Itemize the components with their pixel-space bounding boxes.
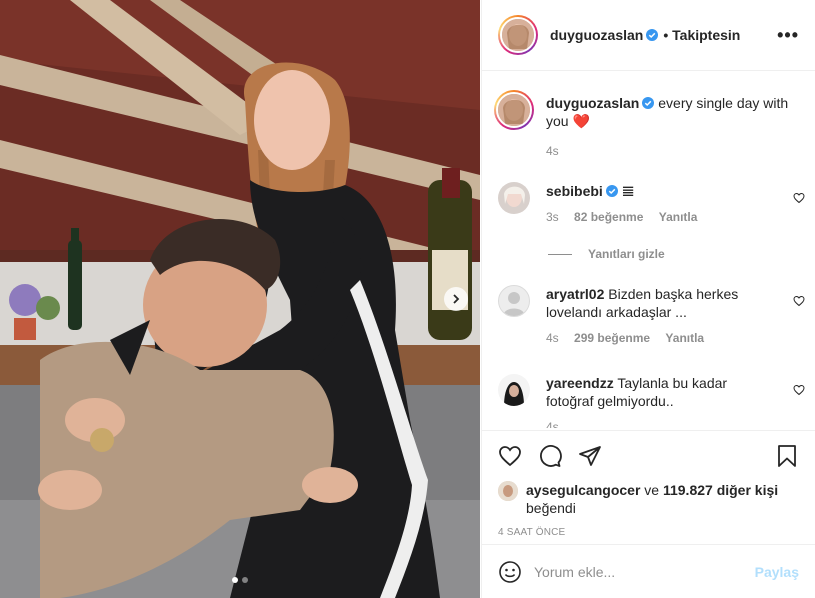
comment-item: aryatrl02 Bizden başka herkes lovelandı …: [498, 285, 798, 345]
heart-icon[interactable]: [793, 384, 805, 396]
author-avatar-image: [502, 19, 534, 51]
liked-connector: ve: [640, 482, 663, 498]
comments-list: duyguozaslan every single day with you ❤…: [482, 72, 815, 428]
verified-badge-icon: [646, 29, 659, 41]
comment-likes[interactable]: 299 beğenme: [574, 331, 650, 345]
liker-username[interactable]: aysegulcangocer: [526, 482, 640, 498]
verified-badge-icon: [642, 97, 655, 109]
post-timestamp[interactable]: 4 SAAT ÖNCE: [482, 517, 815, 538]
post-comment-button[interactable]: Paylaş: [755, 564, 799, 580]
heart-icon[interactable]: [793, 295, 805, 307]
comment-time: 4s: [546, 331, 559, 345]
comment-time: 3s: [546, 210, 559, 224]
smiley-icon[interactable]: [498, 560, 522, 584]
liked-others-count[interactable]: 119.827 diğer kişi: [663, 482, 778, 498]
author-avatar[interactable]: [498, 15, 538, 55]
heart-emoji-icon: ❤️: [572, 113, 590, 129]
comment-reply-button[interactable]: Yanıtla: [665, 331, 704, 345]
divider-line: [548, 253, 572, 255]
hide-replies-label: Yanıtları gizle: [588, 247, 665, 261]
post-photo[interactable]: [0, 0, 480, 598]
author-username[interactable]: duyguozaslan: [550, 27, 643, 43]
more-dots-icon[interactable]: •••: [777, 25, 799, 46]
comment-text: 𝌆: [621, 183, 635, 199]
carousel-dot: [242, 577, 248, 583]
action-bar: [482, 431, 815, 481]
paper-plane-icon[interactable]: [578, 444, 602, 468]
follow-status[interactable]: • Takiptesin: [663, 27, 740, 43]
comment-reply-button[interactable]: Yanıtla: [659, 210, 698, 224]
caption: duyguozaslan every single day with you ❤…: [494, 90, 798, 158]
comment-likes[interactable]: 82 beğenme: [574, 210, 643, 224]
caption-username[interactable]: duyguozaslan: [546, 95, 639, 111]
commenter-avatar[interactable]: [498, 285, 530, 317]
comment-item: yareendzz Taylanla bu kadar fotoğraf gel…: [498, 374, 798, 428]
liked-by-summary: aysegulcangocer ve 119.827 diğer kişi be…: [482, 481, 815, 517]
post-actions-section: aysegulcangocer ve 119.827 diğer kişi be…: [482, 430, 815, 538]
carousel-next-button[interactable]: [444, 287, 468, 311]
comment-bubble-icon[interactable]: [538, 444, 562, 468]
caption-time: 4s: [546, 144, 559, 158]
bookmark-icon[interactable]: [775, 444, 799, 468]
comment-item: sebibebi 𝌆 3s 82 beğenme Yanıtla: [498, 182, 798, 224]
caption-avatar[interactable]: [494, 90, 534, 130]
photo-illustration: [0, 0, 480, 598]
add-comment-form: Paylaş: [482, 544, 815, 598]
hide-replies-button[interactable]: Yanıtları gizle: [548, 247, 665, 261]
liked-suffix: beğendi: [526, 500, 576, 516]
carousel-indicator: [0, 577, 480, 583]
carousel-dot-active: [232, 577, 238, 583]
verified-badge-icon: [605, 185, 618, 197]
post-side-panel: duyguozaslan • Takiptesin ••• duyguozasl…: [481, 0, 815, 598]
post-header: duyguozaslan • Takiptesin •••: [482, 0, 815, 71]
comment-time: 4s: [546, 420, 559, 428]
chevron-right-icon: [453, 294, 460, 304]
avatar-image: [498, 182, 530, 214]
commenter-avatar[interactable]: [498, 182, 530, 214]
comment-username[interactable]: sebibebi: [546, 183, 603, 199]
heart-icon[interactable]: [498, 444, 522, 468]
liker-avatar[interactable]: [498, 481, 518, 501]
liker-avatar-image: [498, 481, 518, 501]
heart-icon[interactable]: [793, 192, 805, 204]
comment-username[interactable]: aryatrl02: [546, 286, 604, 302]
default-avatar-icon: [503, 292, 525, 316]
avatar-image: [498, 374, 530, 406]
commenter-avatar[interactable]: [498, 374, 530, 406]
comment-username[interactable]: yareendzz: [546, 375, 614, 391]
comment-input[interactable]: [534, 563, 755, 580]
caption-avatar-image: [498, 94, 530, 126]
